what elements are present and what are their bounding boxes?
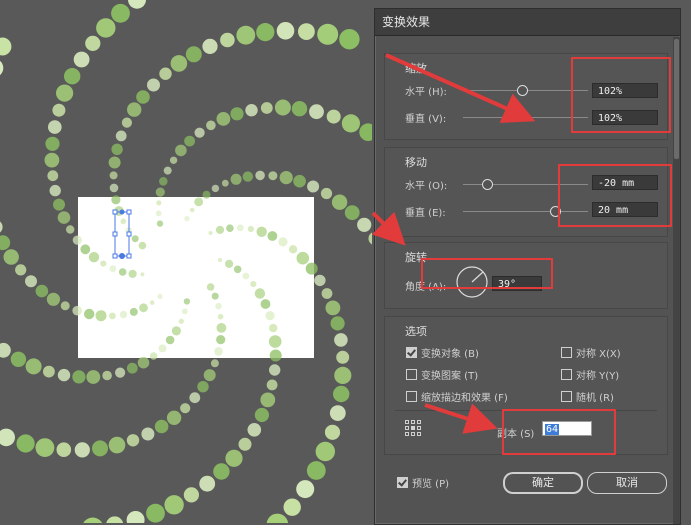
scrollbar-thumb[interactable] [674,39,679,159]
transform-patterns-checkbox[interactable] [406,369,417,380]
move-vertical-slider[interactable] [463,211,588,212]
reflect-y-label[interactable]: 对称 Y(Y) [576,367,619,382]
move-vertical-knob[interactable] [550,206,561,217]
scale-vertical-slider[interactable] [463,117,588,118]
cancel-button[interactable]: 取消 [587,472,667,494]
transform-patterns-label[interactable]: 变换图案 (T) [421,367,478,382]
scale-group: 缩放 水平 (H): 102% 垂直 (V): 102% [384,53,668,140]
move-title: 移动 [405,156,427,169]
scale-horizontal-knob[interactable] [517,85,528,96]
options-divider [395,410,657,411]
scale-title: 缩放 [405,62,427,75]
move-horizontal-label: 水平 (O): [405,181,448,192]
scale-strokes-label[interactable]: 缩放描边和效果 (F) [421,389,508,404]
angle-dial-icon[interactable] [455,265,489,299]
move-vertical-label: 垂直 (E): [405,208,446,219]
scale-strokes-checkbox[interactable] [406,391,417,402]
preview-checkbox[interactable] [397,477,408,488]
ok-button[interactable]: 确定 [503,472,583,494]
reference-point-locator-icon[interactable] [405,420,422,437]
transform-effect-dialog: 变换效果 缩放 水平 (H): 102% 垂直 (V): 102% 移动 水平 … [374,8,681,525]
scale-vertical-label: 垂直 (V): [405,114,447,125]
rotate-angle-input[interactable]: 39° [492,276,542,291]
transform-objects-label[interactable]: 变换对象 (B) [421,345,479,360]
artboard-canvas[interactable] [0,0,372,523]
dialog-title[interactable]: 变换效果 [375,9,680,36]
random-checkbox[interactable] [561,391,572,402]
scale-horizontal-label: 水平 (H): [405,87,447,98]
copies-label: 副本 (S) [497,429,535,440]
move-vertical-input[interactable]: 20 mm [592,202,658,217]
selection-bounding-box[interactable] [0,0,372,523]
preview-label[interactable]: 预览 (P) [412,475,449,490]
random-label[interactable]: 随机 (R) [576,389,614,404]
copies-value-selected: 64 [545,424,560,435]
move-horizontal-input[interactable]: -20 mm [592,175,658,190]
reflect-x-label[interactable]: 对称 X(X) [576,345,621,360]
dialog-scrollbar[interactable] [673,37,680,524]
copies-input[interactable]: 64 [542,421,592,436]
options-group: 选项 变换对象 (B) 变换图案 (T) 缩放描边和效果 (F) 对称 X(X)… [384,316,668,455]
scale-vertical-input[interactable]: 102% [592,110,658,125]
rotate-title: 旋转 [405,251,427,264]
move-group: 移动 水平 (O): -20 mm 垂直 (E): 20 mm [384,147,668,237]
scale-horizontal-input[interactable]: 102% [592,83,658,98]
rotate-angle-label: 角度 (A): [405,282,447,293]
rotate-group: 旋转 角度 (A): 39° [384,242,668,309]
transform-objects-checkbox[interactable] [406,347,417,358]
move-horizontal-knob[interactable] [482,179,493,190]
options-title: 选项 [405,325,427,338]
reflect-x-checkbox[interactable] [561,347,572,358]
reflect-y-checkbox[interactable] [561,369,572,380]
